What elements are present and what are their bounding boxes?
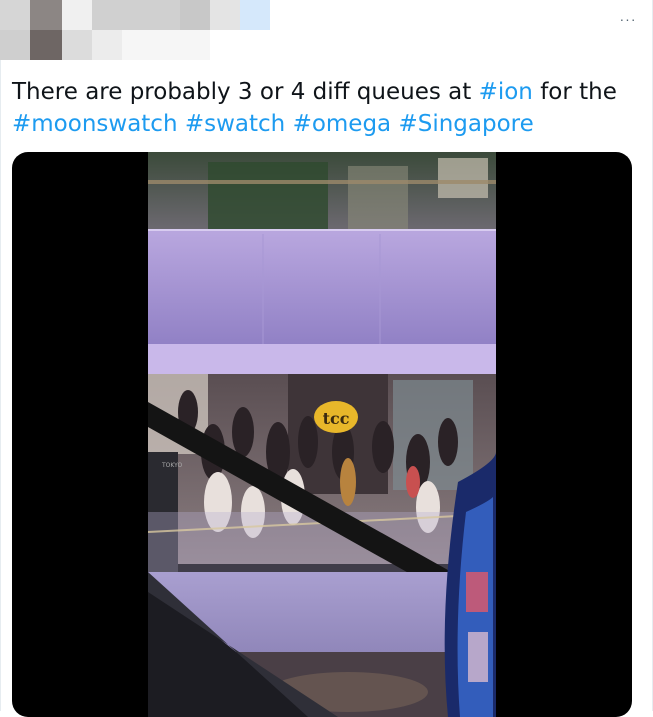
tweet-text-segment: for the	[532, 79, 617, 105]
blurred-block	[30, 30, 62, 60]
hashtag-link[interactable]: #Singapore	[398, 111, 533, 137]
blurred-block	[210, 0, 240, 30]
more-horizontal-icon: ···	[619, 11, 637, 27]
blurred-block	[92, 0, 180, 30]
left-border	[0, 0, 1, 711]
blurred-block	[240, 0, 270, 30]
video-frame: tcc TOKYO	[148, 152, 496, 717]
tweet-text-segment	[285, 111, 292, 137]
blurred-block	[92, 30, 122, 60]
hashtag-link[interactable]: #moonswatch	[12, 111, 178, 137]
hashtag-link[interactable]: #ion	[479, 79, 533, 105]
blurred-block	[30, 0, 62, 30]
store-side-text: TOKYO	[161, 462, 182, 469]
store-sign-text: tcc	[323, 409, 350, 428]
blurred-block	[0, 30, 30, 60]
tweet-text-segment	[178, 111, 185, 137]
blurred-block	[62, 30, 92, 60]
hashtag-link[interactable]: #swatch	[185, 111, 285, 137]
blurred-block	[62, 0, 92, 30]
tweet-video[interactable]: tcc TOKYO	[12, 152, 632, 717]
tweet-text-segment: There are probably 3 or 4 diff queues at	[12, 79, 479, 105]
blurred-block	[180, 0, 210, 30]
mall-scene: tcc TOKYO	[148, 152, 496, 717]
blurred-block	[0, 0, 30, 30]
tweet-text: There are probably 3 or 4 diff queues at…	[12, 76, 632, 140]
hashtag-link[interactable]: #omega	[293, 111, 392, 137]
more-options-button[interactable]: ···	[617, 8, 639, 30]
blurred-block	[122, 30, 210, 60]
